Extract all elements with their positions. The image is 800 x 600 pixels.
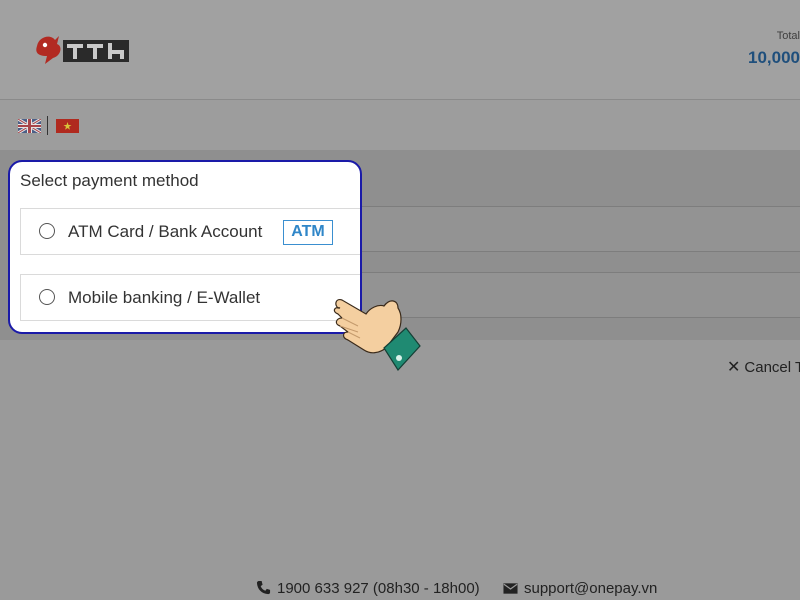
atm-radio[interactable] (39, 223, 55, 239)
payment-option-mobile-banking[interactable]: Mobile banking / E-Wallet (20, 274, 360, 321)
mobile-banking-option-label: Mobile banking / E-Wallet (68, 288, 261, 307)
cancel-transaction-link[interactable]: ✕ Cancel T (727, 357, 800, 377)
merchant-logo-icon (36, 36, 129, 64)
payment-method-title: Select payment method (20, 171, 199, 190)
close-icon: ✕ (727, 359, 741, 376)
footer-email[interactable]: support@onepay.vn (503, 580, 657, 597)
pointing-hand-icon (333, 299, 421, 371)
footer: 1900 633 927 (08h30 - 18h00) support@one… (0, 578, 800, 600)
mail-icon (503, 583, 518, 594)
atm-option-label: ATM Card / Bank Account (68, 222, 263, 241)
mobile-banking-radio[interactable] (39, 289, 55, 305)
footer-phone-text: 1900 633 927 (08h30 - 18h00) (277, 580, 480, 597)
footer-phone[interactable]: 1900 633 927 (08h30 - 18h00) (256, 580, 480, 597)
phone-icon (256, 580, 271, 595)
payment-method-panel: Select payment method ATM Card / Bank Ac… (8, 160, 362, 334)
atm-badge: ATM (283, 220, 333, 245)
payment-option-atm[interactable]: ATM Card / Bank Account ATM (20, 208, 360, 255)
total-label: Total (776, 30, 800, 42)
language-bar (0, 100, 800, 150)
cancel-label: Cancel T (744, 359, 800, 376)
uk-flag-icon[interactable] (18, 119, 41, 133)
vietnam-flag-icon[interactable] (56, 119, 79, 133)
total-amount: 10,000 (748, 48, 800, 67)
header: Total 10,000 (0, 0, 800, 100)
footer-email-text: support@onepay.vn (524, 580, 658, 597)
language-divider (47, 116, 48, 135)
